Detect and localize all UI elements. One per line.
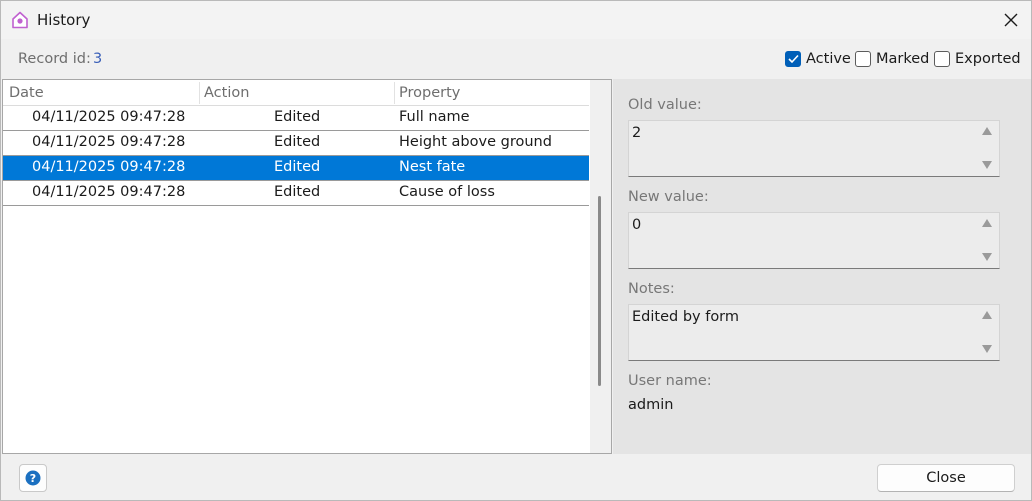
checkbox-label-active: Active bbox=[806, 51, 851, 67]
cell-action: Edited bbox=[274, 109, 321, 125]
grid-vertical-scrollbar[interactable] bbox=[590, 80, 611, 453]
table-row-selected[interactable]: 04/11/2025 09:47:28 Edited Nest fate bbox=[3, 156, 589, 181]
new-value-field[interactable]: 0 bbox=[628, 212, 1000, 269]
marked-checkbox[interactable]: Marked bbox=[855, 49, 929, 69]
checkbox-box[interactable] bbox=[855, 51, 871, 67]
cell-date: 04/11/2025 09:47:28 bbox=[32, 184, 186, 200]
checkbox-box[interactable] bbox=[785, 51, 801, 67]
scroll-up-arrow-icon[interactable] bbox=[982, 311, 992, 319]
close-button[interactable]: Close bbox=[877, 464, 1015, 492]
home-app-icon bbox=[12, 11, 28, 29]
record-header: Record id: 3 Active Marked Exported bbox=[1, 39, 1031, 79]
notes-field[interactable]: Edited by form bbox=[628, 304, 1000, 361]
checkbox-label-marked: Marked bbox=[876, 51, 930, 67]
table-row[interactable]: 04/11/2025 09:47:28 Edited Height above … bbox=[3, 131, 589, 156]
help-icon: ? bbox=[25, 470, 41, 486]
help-button[interactable]: ? bbox=[19, 464, 47, 492]
svg-text:?: ? bbox=[30, 472, 36, 485]
scroll-down-arrow-icon[interactable] bbox=[982, 161, 992, 169]
table-row[interactable]: 04/11/2025 09:47:28 Edited Cause of loss bbox=[3, 181, 589, 206]
column-divider[interactable] bbox=[199, 82, 200, 104]
history-grid[interactable]: Date Action Property 04/11/2025 09:47:28… bbox=[2, 79, 612, 454]
old-value-label: Old value: bbox=[628, 97, 702, 113]
cell-property: Height above ground bbox=[399, 134, 552, 150]
old-value-field[interactable]: 2 bbox=[628, 120, 1000, 177]
checkmark-icon bbox=[788, 54, 799, 64]
scroll-up-arrow-icon[interactable] bbox=[982, 127, 992, 135]
column-header-property[interactable]: Property bbox=[399, 85, 460, 101]
checkbox-box[interactable] bbox=[934, 51, 950, 67]
user-name-value: admin bbox=[628, 397, 674, 413]
record-id-value: 3 bbox=[93, 51, 103, 67]
history-dialog: History Record id: 3 Active Marked Expor… bbox=[0, 0, 1032, 501]
close-icon bbox=[1004, 13, 1018, 27]
cell-property: Cause of loss bbox=[399, 184, 495, 200]
scroll-up-arrow-icon[interactable] bbox=[982, 219, 992, 227]
cell-date: 04/11/2025 09:47:28 bbox=[32, 109, 186, 125]
cell-action: Edited bbox=[274, 134, 321, 150]
window-title: History bbox=[37, 11, 91, 29]
cell-property: Nest fate bbox=[399, 159, 466, 175]
column-header-date[interactable]: Date bbox=[9, 85, 44, 101]
title-bar: History bbox=[1, 1, 1031, 39]
checkbox-label-exported: Exported bbox=[955, 51, 1021, 67]
scroll-down-arrow-icon[interactable] bbox=[982, 253, 992, 261]
column-header-action[interactable]: Action bbox=[204, 85, 249, 101]
user-name-label: User name: bbox=[628, 373, 712, 389]
notes-label: Notes: bbox=[628, 281, 675, 297]
active-checkbox[interactable]: Active bbox=[785, 49, 851, 69]
new-value-text: 0 bbox=[632, 217, 642, 233]
details-panel: Old value: 2 New value: 0 Notes: Edited … bbox=[613, 79, 1031, 454]
window-close-button[interactable] bbox=[997, 7, 1025, 33]
new-value-label: New value: bbox=[628, 189, 709, 205]
grid-header: Date Action Property bbox=[3, 80, 589, 106]
scroll-down-arrow-icon[interactable] bbox=[982, 345, 992, 353]
notes-text: Edited by form bbox=[632, 309, 740, 325]
cell-date: 04/11/2025 09:47:28 bbox=[32, 159, 186, 175]
cell-date: 04/11/2025 09:47:28 bbox=[32, 134, 186, 150]
column-divider[interactable] bbox=[394, 82, 395, 104]
record-id-label: Record id: bbox=[18, 51, 91, 67]
table-row[interactable]: 04/11/2025 09:47:28 Edited Full name bbox=[3, 106, 589, 131]
cell-action: Edited bbox=[274, 184, 321, 200]
exported-checkbox[interactable]: Exported bbox=[934, 49, 1021, 69]
cell-action: Edited bbox=[274, 159, 321, 175]
old-value-text: 2 bbox=[632, 125, 642, 141]
scrollbar-thumb[interactable] bbox=[598, 196, 601, 386]
cell-property: Full name bbox=[399, 109, 470, 125]
